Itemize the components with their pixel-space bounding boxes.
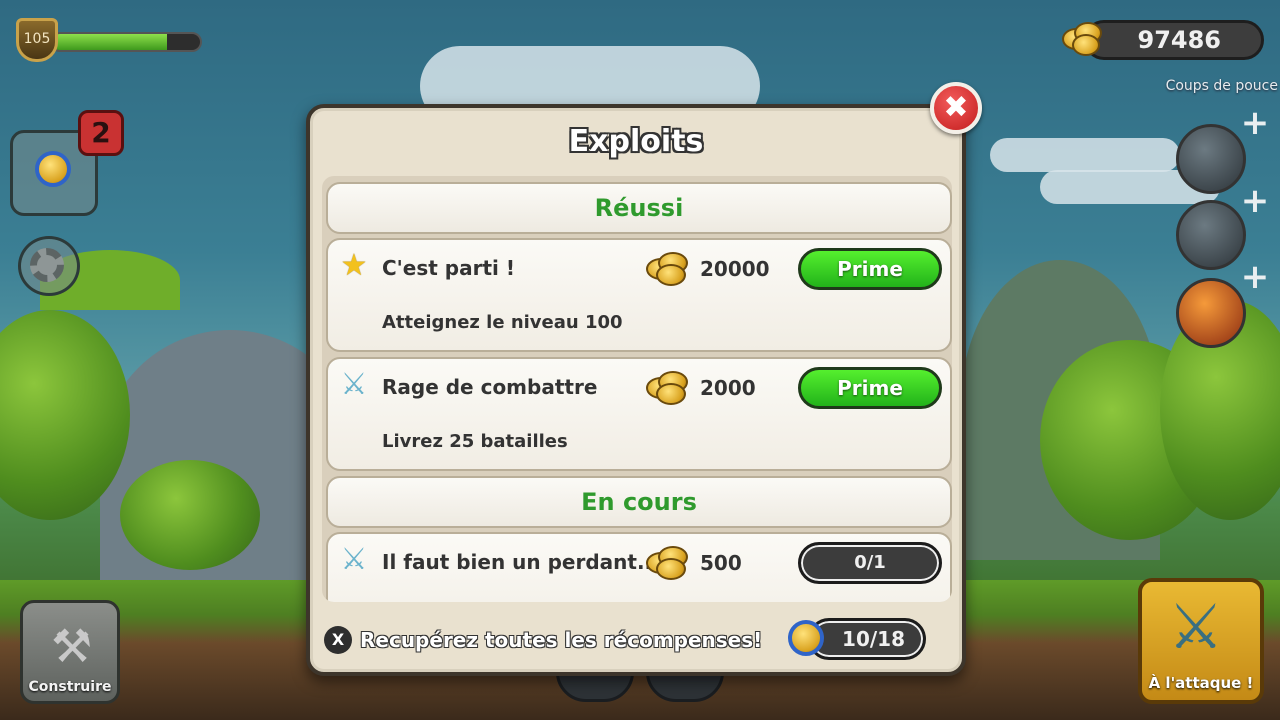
plus-icon[interactable]: + (1240, 260, 1270, 294)
swords-icon: ⚔ (340, 367, 368, 402)
reward-amount: 20000 (700, 257, 770, 281)
plus-icon[interactable]: + (1240, 106, 1270, 140)
hammer-icon: ⚒ (51, 619, 93, 673)
coins-icon (646, 544, 694, 582)
plus-icon[interactable]: + (1240, 184, 1270, 218)
xp-progress-bar (50, 32, 202, 52)
achievements-list[interactable]: Réussi ★ C'est parti ! Atteignez le nive… (322, 176, 952, 602)
meteor-boost-button[interactable] (1176, 124, 1246, 194)
fireball-boost-button[interactable] (1176, 278, 1246, 348)
reward-amount: 2000 (700, 376, 756, 400)
medal-icon (788, 620, 824, 656)
boosts-label: Coups de pouce (1165, 78, 1278, 94)
coins-icon (646, 250, 694, 288)
total-achievements-progress: 10/18 (808, 618, 926, 660)
attack-button[interactable]: ⚔ À l'attaque ! (1138, 578, 1264, 704)
coins-icon (1062, 20, 1106, 56)
collect-all-text[interactable]: Recupérez toutes les récompenses! (360, 628, 762, 652)
dialog-title: Exploits (568, 124, 704, 159)
claim-reward-button[interactable]: Prime (798, 367, 942, 409)
attack-label: À l'attaque ! (1148, 674, 1254, 692)
achievement-row: ⚔ Rage de combattre Livrez 25 batailles … (326, 357, 952, 471)
star-icon: ★ (340, 248, 368, 283)
achievement-row: ★ C'est parti ! Atteignez le niveau 100 … (326, 238, 952, 352)
build-button[interactable]: ⚒ Construire (20, 600, 120, 704)
achievement-title: Rage de combattre (382, 375, 598, 399)
coin-balance: 97486 (1084, 20, 1264, 60)
medal-icon (35, 151, 71, 187)
coins-icon (646, 369, 694, 407)
section-header-in-progress: En cours (326, 476, 952, 528)
section-header-completed: Réussi (326, 182, 952, 234)
achievement-description: Atteignez le niveau 100 (382, 312, 623, 333)
player-level-badge: 105 (16, 18, 58, 62)
achievement-row: ⚔ Il faut bien un perdant... 500 0/1 (326, 532, 952, 602)
claim-reward-button[interactable]: Prime (798, 248, 942, 290)
crossed-swords-icon: ⚔ (1168, 590, 1224, 663)
cannon-boost-button[interactable] (1176, 200, 1246, 270)
coin-amount: 97486 (1137, 26, 1222, 54)
achievement-progress: 0/1 (798, 542, 942, 584)
achievement-title: Il faut bien un perdant... (382, 550, 660, 574)
achievements-dialog: Exploits Réussi ★ C'est parti ! Atteigne… (306, 104, 966, 676)
notification-count: 2 (91, 116, 111, 149)
notification-badge: 2 (78, 110, 124, 156)
build-label: Construire (28, 679, 112, 695)
reward-amount: 500 (700, 551, 742, 575)
close-button[interactable]: ✖ (930, 82, 982, 134)
achievement-description: Livrez 25 batailles (382, 431, 568, 452)
player-level: 105 (23, 31, 51, 47)
xp-progress-fill (52, 34, 168, 50)
cloud (990, 138, 1180, 172)
close-icon: ✖ (943, 90, 969, 125)
gear-icon (30, 248, 64, 282)
tree (120, 460, 260, 570)
swords-icon: ⚔ (340, 542, 368, 577)
achievement-title: C'est parti ! (382, 256, 515, 280)
collect-all-close-icon[interactable]: X (324, 626, 352, 654)
